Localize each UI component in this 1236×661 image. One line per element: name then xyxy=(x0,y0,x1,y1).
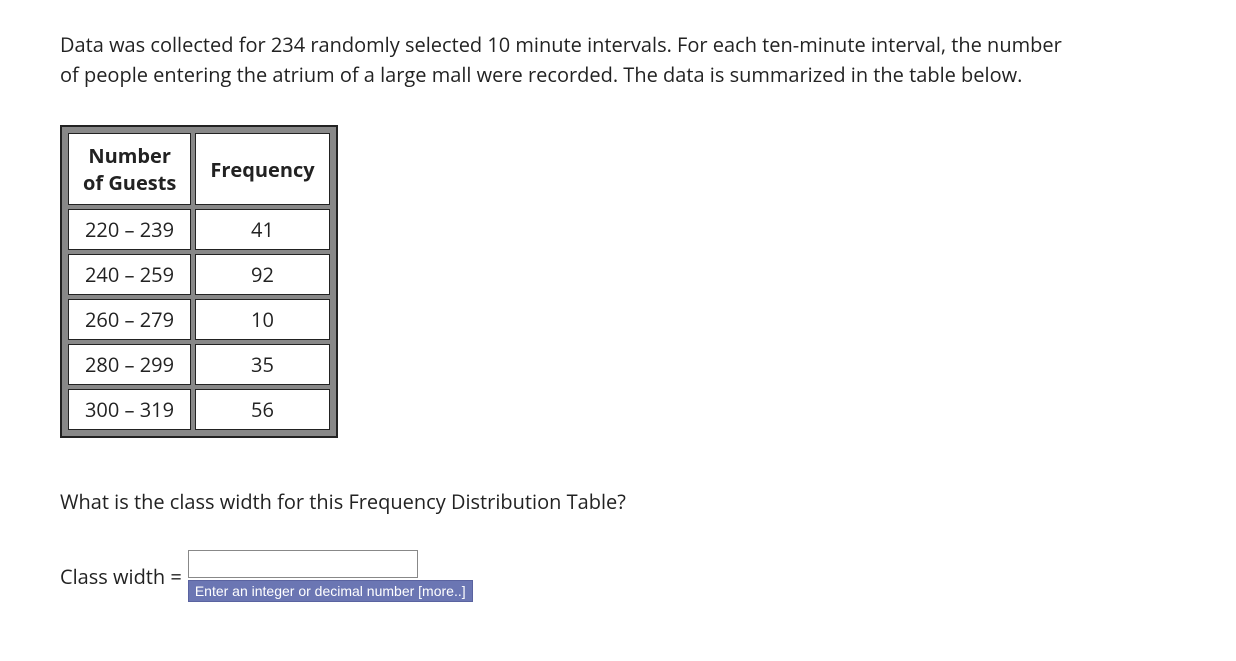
question-text: What is the class width for this Frequen… xyxy=(60,488,1176,515)
cell-range: 220 – 239 xyxy=(68,209,191,250)
table-row: 300 – 319 56 xyxy=(68,389,330,430)
table-row: 220 – 239 41 xyxy=(68,209,330,250)
cell-freq: 92 xyxy=(195,254,329,295)
cell-freq: 41 xyxy=(195,209,329,250)
input-hint[interactable]: Enter an integer or decimal number [more… xyxy=(188,580,473,602)
answer-row: Class width = Enter an integer or decima… xyxy=(60,550,1176,602)
frequency-table: Number of Guests Frequency 220 – 239 41 … xyxy=(60,125,338,438)
cell-range: 280 – 299 xyxy=(68,344,191,385)
answer-label: Class width = xyxy=(60,563,182,590)
table-row: 280 – 299 35 xyxy=(68,344,330,385)
header-guests-line2: of Guests xyxy=(83,169,176,196)
class-width-input[interactable] xyxy=(188,550,418,578)
table-header-guests: Number of Guests xyxy=(68,133,191,205)
cell-freq: 10 xyxy=(195,299,329,340)
cell-range: 260 – 279 xyxy=(68,299,191,340)
table-row: 240 – 259 92 xyxy=(68,254,330,295)
header-guests-line1: Number xyxy=(88,142,171,169)
cell-freq: 35 xyxy=(195,344,329,385)
cell-range: 240 – 259 xyxy=(68,254,191,295)
table-row: 260 – 279 10 xyxy=(68,299,330,340)
cell-range: 300 – 319 xyxy=(68,389,191,430)
cell-freq: 56 xyxy=(195,389,329,430)
table-header-frequency: Frequency xyxy=(195,133,329,205)
problem-statement: Data was collected for 234 randomly sele… xyxy=(60,30,1080,90)
